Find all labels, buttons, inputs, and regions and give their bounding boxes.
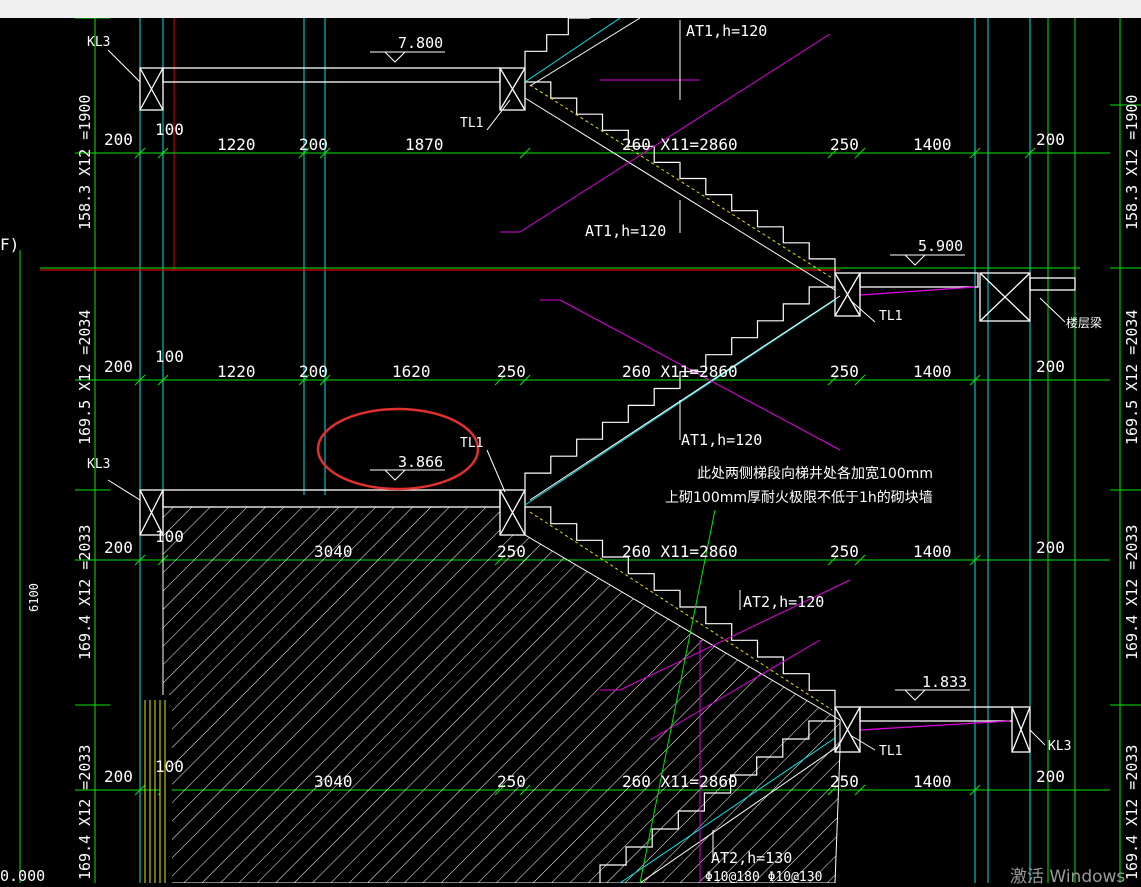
- dim-r3-100: 100: [155, 527, 184, 546]
- dim-r3-1400: 1400: [913, 542, 952, 561]
- dim-r3-3040: 3040: [314, 542, 353, 561]
- flight-label-5: AT2,h=130: [711, 849, 792, 867]
- dim-r2-250b: 250: [830, 362, 859, 381]
- flight-label-4: AT2,h=120: [743, 593, 824, 611]
- dim-r4-3040: 3040: [314, 772, 353, 791]
- dim-r1-stair: 260 X11=2860: [622, 135, 738, 154]
- beam-label-tl1-d: TL1: [879, 744, 902, 759]
- dim-r3-250b: 250: [830, 542, 859, 561]
- note-line-1: 此处两侧梯段向梯井处各加宽100mm: [697, 465, 933, 482]
- dim-r4-250b: 250: [830, 772, 859, 791]
- dim-r4-250a: 250: [497, 772, 526, 791]
- dim-left-200-4: 200: [104, 767, 133, 786]
- dim-r2-250a: 250: [497, 362, 526, 381]
- left-height-4: 169.4 X12 =2033: [76, 745, 94, 880]
- dim-r2-1400: 1400: [913, 362, 952, 381]
- dim-r3-250a: 250: [497, 542, 526, 561]
- right-height-3: 169.4 X12 =2033: [1123, 525, 1141, 660]
- dim-r4-stair: 260 X11=2860: [622, 772, 738, 791]
- elevation-0000: 0.000: [0, 867, 45, 883]
- floor-beam-label: 楼层梁: [1066, 315, 1102, 330]
- elevation-7800: 7.800: [398, 34, 443, 52]
- hatched-fill-region: [162, 506, 841, 883]
- rebar-note: Φ10@180 Φ10@130: [705, 870, 822, 883]
- left-height-1: 158.3 X12 =1900: [76, 95, 94, 230]
- dim-right-200-4: 200: [1036, 767, 1065, 786]
- beam-label-tl1-b: TL1: [879, 309, 902, 324]
- dim-r2-1620: 1620: [392, 362, 431, 381]
- dim-r1-1400: 1400: [913, 135, 952, 154]
- dim-r1-1220: 1220: [217, 135, 256, 154]
- right-height-2: 169.5 X12 =2034: [1123, 310, 1141, 445]
- dim-r4-1400: 1400: [913, 772, 952, 791]
- beam-label-kl3-c: KL3: [1048, 739, 1071, 754]
- dim-r2-100: 100: [155, 347, 184, 366]
- dim-r1-250: 250: [830, 135, 859, 154]
- dim-r1-100: 100: [155, 120, 184, 139]
- windows-activation-watermark: 激活 Windows: [1010, 867, 1126, 887]
- dim-left-200-2: 200: [104, 357, 133, 376]
- flight-label-3: AT1,h=120: [681, 431, 762, 449]
- left-height-2: 169.5 X12 =2034: [76, 310, 94, 445]
- beam-label-tl1-c: TL1: [460, 436, 483, 451]
- dim-r2-200: 200: [299, 362, 328, 381]
- flight-1-dash: [529, 84, 833, 279]
- dim-r3-stair: 260 X11=2860: [622, 542, 738, 561]
- beam-label-kl3-b: KL3: [87, 457, 110, 472]
- dim-r2-1220: 1220: [217, 362, 256, 381]
- flight-label-1: AT1,h=120: [686, 22, 767, 40]
- left-height-3: 169.4 X12 =2033: [76, 525, 94, 660]
- dim-left-200-1: 200: [104, 130, 133, 149]
- cad-drawing-canvas[interactable]: 7.800 5.900 3.866 1.833 0.000 AT1,h=120 …: [0, 18, 1141, 883]
- flight-2-steps: [524, 286, 835, 490]
- flight-0-soffit: [524, 18, 621, 83]
- dim-right-200-3: 200: [1036, 538, 1065, 557]
- beam-label-kl3-a: KL3: [87, 35, 110, 50]
- elevation-5900: 5.900: [918, 237, 963, 255]
- dim-r2-stair: 260 X11=2860: [622, 362, 738, 381]
- dim-right-200-2: 200: [1036, 357, 1065, 376]
- flight-0-soffit-b: [529, 18, 641, 87]
- flight-label-2: AT1,h=120: [585, 222, 666, 240]
- flight-1-soffit: [524, 97, 836, 291]
- dim-r4-100: 100: [155, 757, 184, 776]
- dim-right-200-1: 200: [1036, 130, 1065, 149]
- dim-left-200-3: 200: [104, 538, 133, 557]
- dim-r1-1870: 1870: [405, 135, 444, 154]
- window-title-bar: [0, 0, 1141, 18]
- right-height-4: 169.4 X12 =2033: [1123, 745, 1141, 880]
- elevation-1833: 1.833: [922, 673, 967, 691]
- beam-label-tl1-a: TL1: [460, 116, 483, 131]
- right-height-1: 158.3 X12 =1900: [1123, 95, 1141, 230]
- total-height: 6100: [27, 583, 41, 612]
- elevation-3866: 3.866: [398, 453, 443, 471]
- dim-r1-200: 200: [299, 135, 328, 154]
- note-line-2: 上砌100mm厚耐火极限不低于1h的砌块墙: [665, 490, 933, 506]
- grid-mark: F): [0, 235, 19, 254]
